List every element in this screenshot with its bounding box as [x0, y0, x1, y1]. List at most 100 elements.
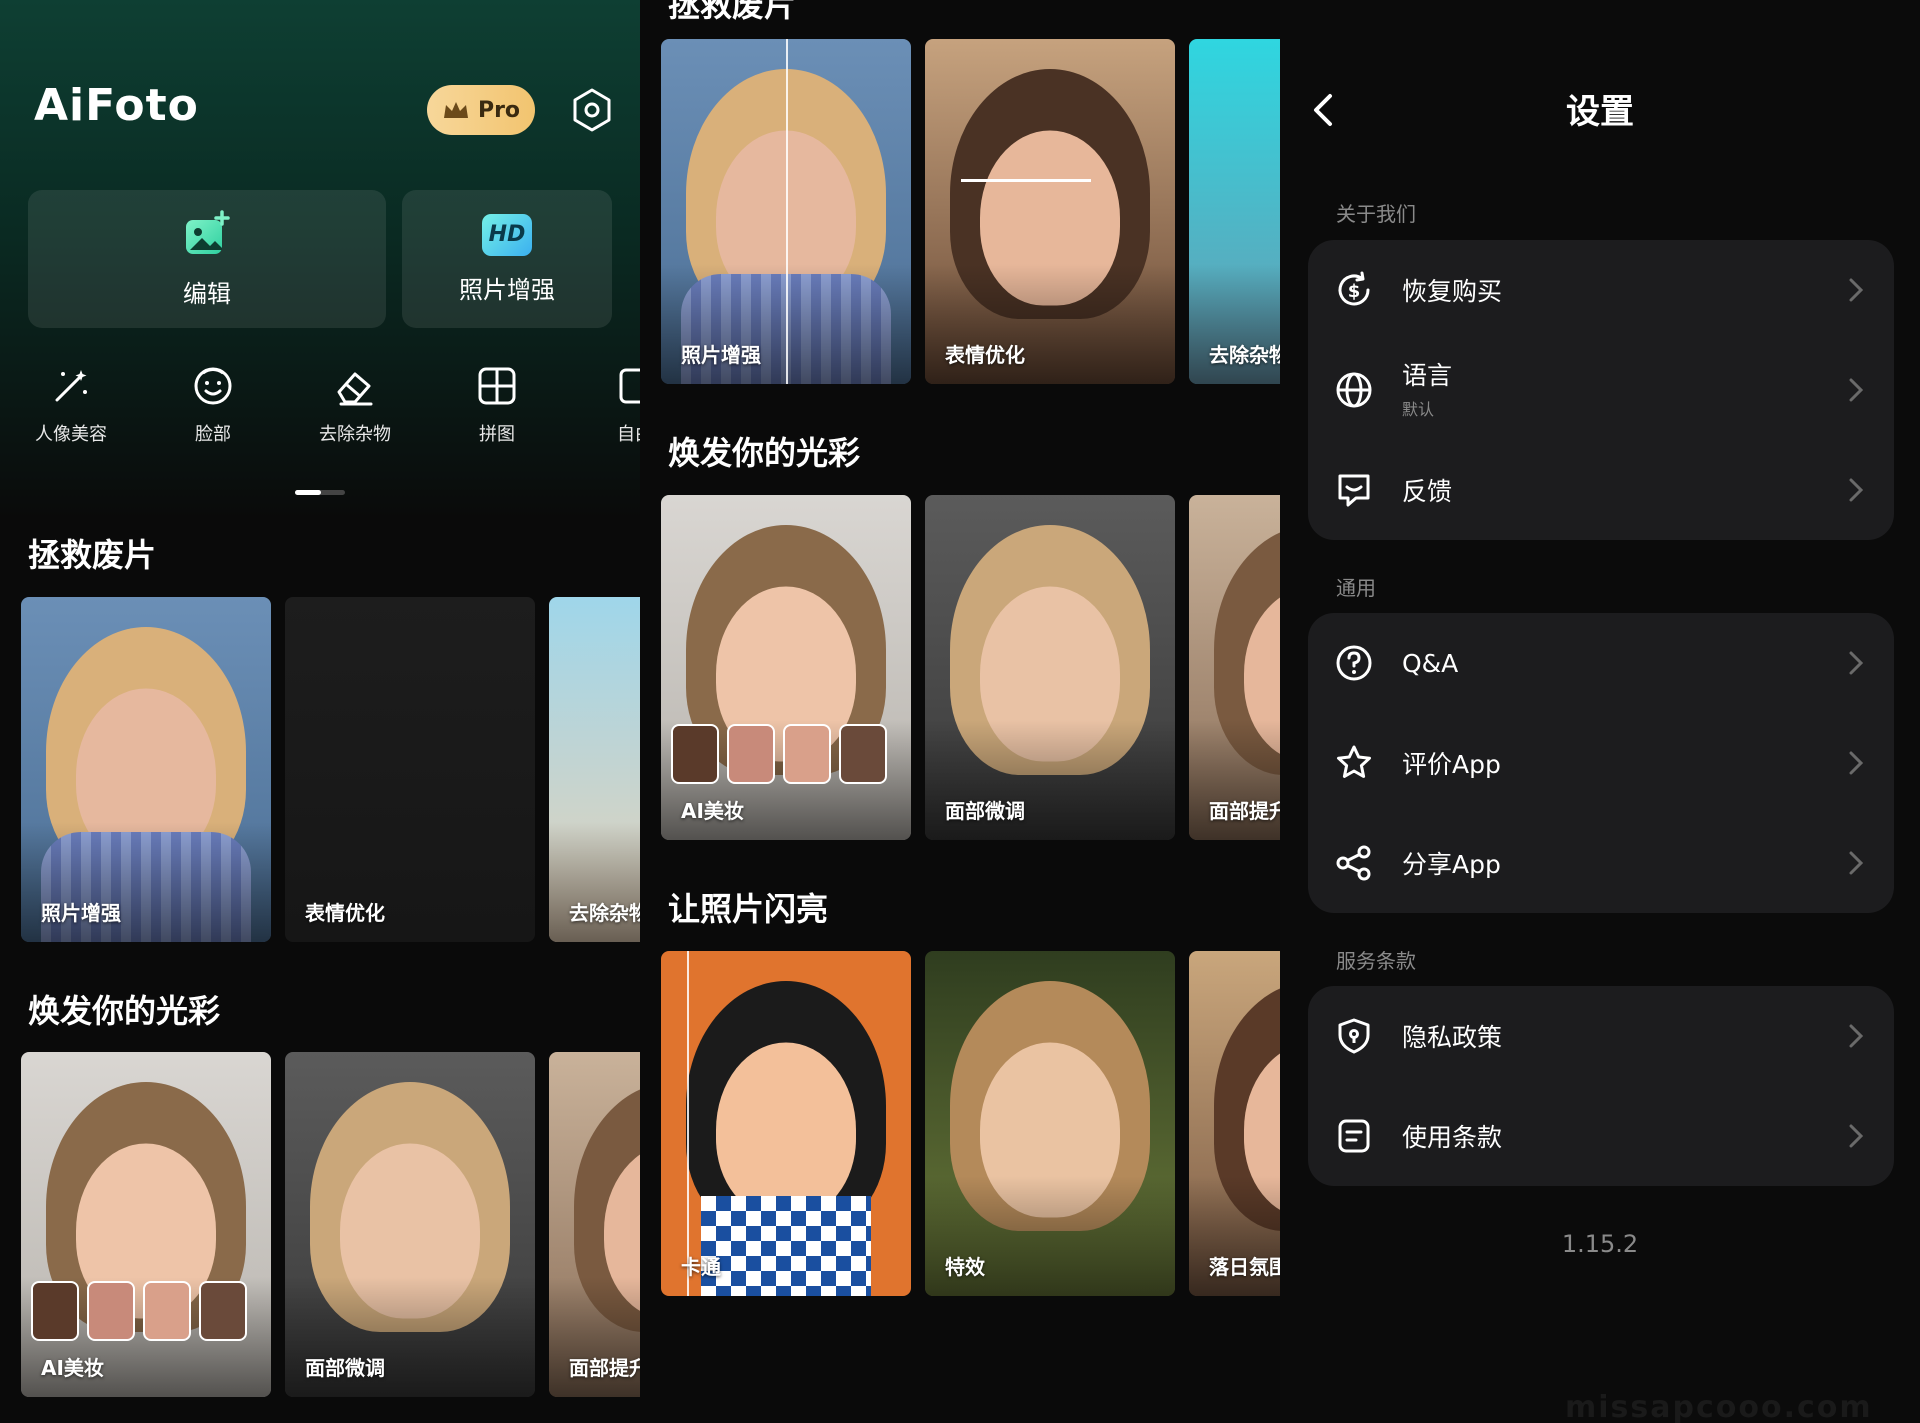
tool-label: 拼图 [479, 424, 515, 445]
section-title-rescue: 拯救废片 [28, 536, 157, 574]
group-label-terms: 服务条款 [1336, 949, 1416, 973]
star-icon [1337, 745, 1371, 778]
eraser-icon [337, 372, 373, 406]
tile-effects[interactable]: 特效 [925, 951, 1175, 1296]
tile-caption: 卡通 [681, 1255, 721, 1279]
grid-icon [478, 367, 516, 405]
chevron-right-icon [1849, 751, 1864, 775]
tile-cartoon[interactable]: 卡通 [661, 951, 911, 1296]
row-label: Q&A [1402, 648, 1459, 678]
settings-group-general: Q&A 评价App 分享App [1308, 613, 1894, 913]
row-label: 隐私政策 [1402, 1023, 1503, 1052]
row-qa[interactable]: Q&A [1308, 613, 1894, 713]
settings-group-terms: 隐私政策 使用条款 [1308, 986, 1894, 1186]
makeup-avatars [31, 1281, 247, 1341]
photo-enhance-label: 照片增强 [459, 275, 555, 304]
row-language[interactable]: 语言 默认 [1308, 340, 1894, 440]
chevron-right-icon [1849, 1024, 1864, 1048]
magic-wand-icon [55, 370, 87, 402]
tile-caption: 去除杂物 [1209, 343, 1280, 367]
crop-icon [619, 368, 640, 404]
tool-label: 人像美容 [35, 424, 107, 445]
settings-group-about: $ 恢复购买 语言 默认 反馈 [1308, 240, 1894, 540]
section-title-glow: 焕发你的光彩 [28, 992, 221, 1030]
chevron-right-icon [1849, 278, 1864, 302]
feed-screen: 拯救废片 照片增强 表情优化 去除杂物 焕发你的光彩 AI美妆 面部微调 面部提… [640, 0, 1280, 1423]
shield-icon [1338, 1018, 1370, 1054]
app-version: 1.15.2 [1561, 1230, 1639, 1258]
watermark: missapcooo.com [1565, 1390, 1873, 1423]
feedback-icon [1338, 474, 1370, 507]
row-privacy-policy[interactable]: 隐私政策 [1308, 986, 1894, 1086]
tool-label: 脸部 [195, 424, 231, 445]
tile-remove-objects[interactable]: 去除杂物 [1189, 39, 1280, 384]
tool-collage[interactable]: 拼图 [442, 364, 552, 446]
app-logo: AiFoto [34, 80, 199, 131]
tile-expression[interactable]: 表情优化 [285, 597, 535, 942]
chevron-right-icon [1849, 478, 1864, 502]
row-label: 评价App [1402, 750, 1501, 779]
tile-caption: 面部提升 [1209, 799, 1280, 823]
row-restore-purchase[interactable]: $ 恢复购买 [1308, 240, 1894, 340]
settings-icon[interactable] [568, 86, 616, 134]
row-label: 语言 [1402, 361, 1453, 390]
edit-card[interactable]: 编辑 [28, 190, 386, 328]
section-title-shine: 让照片闪亮 [668, 890, 829, 928]
tool-face[interactable]: 脸部 [158, 364, 268, 446]
tile-expression[interactable]: 表情优化 [925, 39, 1175, 384]
tile-face-tune[interactable]: 面部微调 [925, 495, 1175, 840]
row-share-app[interactable]: 分享App [1308, 813, 1894, 913]
row-label: 恢复购买 [1402, 277, 1503, 306]
tool-remove-objects[interactable]: 去除杂物 [300, 364, 410, 446]
chevron-right-icon [1849, 1124, 1864, 1148]
compare-divider[interactable] [786, 39, 788, 384]
tile-caption: 落日氛围 [1209, 1255, 1280, 1279]
back-icon[interactable] [1308, 90, 1338, 130]
chevron-right-icon [1849, 378, 1864, 402]
group-label-general: 通用 [1336, 576, 1376, 600]
tile-caption: 面部微调 [305, 1356, 385, 1380]
tile-caption: 去除杂物 [569, 901, 640, 925]
tile-caption: 照片增强 [41, 901, 121, 925]
row-terms-of-use[interactable]: 使用条款 [1308, 1086, 1894, 1186]
hd-icon: HD [482, 213, 532, 256]
edit-label: 编辑 [183, 279, 231, 308]
tool-label: 自由 [617, 424, 640, 445]
tile-photo-enhance[interactable]: 照片增强 [21, 597, 271, 942]
compare-divider[interactable] [687, 951, 689, 1296]
compare-line [961, 179, 1091, 182]
tool-free[interactable]: 自由 [580, 364, 640, 446]
tool-label: 去除杂物 [319, 424, 391, 445]
tile-sunset[interactable]: 落日氛围 [1189, 951, 1280, 1296]
svg-text:$: $ [1348, 281, 1361, 302]
tile-caption: 照片增强 [681, 343, 761, 367]
chevron-right-icon [1849, 651, 1864, 675]
document-icon [1338, 1119, 1370, 1153]
tile-remove-objects[interactable]: 去除杂物 [549, 597, 640, 942]
row-feedback[interactable]: 反馈 [1308, 440, 1894, 540]
shirt-shape [701, 1196, 871, 1296]
globe-icon [1336, 372, 1372, 408]
group-label-about: 关于我们 [1336, 202, 1416, 226]
pro-button[interactable]: Pro [427, 85, 535, 135]
face-shape [716, 1042, 856, 1218]
page-indicator [295, 490, 345, 495]
tile-ai-makeup[interactable]: AI美妆 [661, 495, 911, 840]
face-icon [194, 367, 232, 405]
makeup-avatars [671, 724, 887, 784]
tile-caption: 表情优化 [305, 901, 385, 925]
chevron-right-icon [1849, 851, 1864, 875]
tile-face-lift[interactable]: 面部提升 [549, 1052, 640, 1397]
tile-face-lift[interactable]: 面部提升 [1189, 495, 1280, 840]
tile-caption: 表情优化 [945, 343, 1025, 367]
row-rate-app[interactable]: 评价App [1308, 713, 1894, 813]
row-label: 使用条款 [1402, 1123, 1503, 1152]
tile-photo-enhance[interactable]: 照片增强 [661, 39, 911, 384]
tile-caption: AI美妆 [41, 1356, 104, 1380]
image-add-icon [186, 209, 230, 254]
dollar-refresh-icon: $ [1338, 271, 1370, 306]
tile-face-tune[interactable]: 面部微调 [285, 1052, 535, 1397]
photo-enhance-card[interactable]: HD 照片增强 [402, 190, 612, 328]
tile-ai-makeup[interactable]: AI美妆 [21, 1052, 271, 1397]
tool-portrait-beauty[interactable]: 人像美容 [16, 364, 126, 446]
